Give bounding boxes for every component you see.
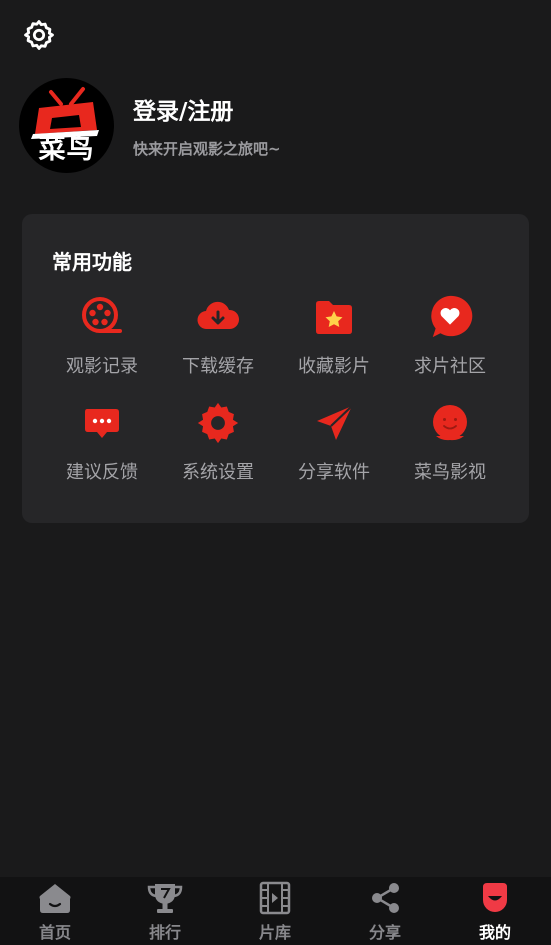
tab-label: 排行: [148, 923, 181, 942]
profile-header[interactable]: 菜鸟 登录/注册 快来开启观影之旅吧~: [19, 78, 281, 173]
cloud-download-icon: [195, 294, 241, 340]
fn-about-app[interactable]: 菜鸟影视: [392, 400, 508, 484]
fn-label: 收藏影片: [298, 356, 370, 377]
chat-bubble-icon: [79, 400, 125, 446]
fn-favorites[interactable]: 收藏影片: [276, 294, 392, 378]
fn-label: 建议反馈: [66, 462, 138, 483]
gear-icon: [195, 400, 241, 446]
tab-ranking[interactable]: 排行: [110, 877, 220, 945]
fn-label: 求片社区: [414, 356, 486, 377]
login-subtitle: 快来开启观影之旅吧~: [133, 140, 281, 158]
login-register-link[interactable]: 登录/注册: [133, 92, 281, 126]
settings-button[interactable]: [20, 16, 58, 54]
tab-label: 首页: [38, 923, 71, 942]
gear-icon: [24, 20, 54, 50]
tab-mine[interactable]: 我的: [440, 877, 550, 945]
tab-label: 片库: [258, 923, 291, 942]
fn-label: 系统设置: [182, 462, 254, 483]
send-icon: [311, 400, 357, 446]
fn-label: 观影记录: [66, 356, 138, 377]
tab-label: 我的: [478, 923, 511, 942]
fn-request-community[interactable]: 求片社区: [392, 294, 508, 378]
tab-share[interactable]: 分享: [330, 877, 440, 945]
fn-share-app[interactable]: 分享软件: [276, 400, 392, 484]
smiley-icon: [427, 400, 473, 446]
share-icon: [367, 881, 403, 915]
heart-bubble-icon: [427, 294, 473, 340]
fn-label: 菜鸟影视: [414, 462, 486, 483]
home-icon: [37, 881, 73, 915]
fn-download-cache[interactable]: 下载缓存: [160, 294, 276, 378]
profile-face-icon: [477, 881, 513, 915]
film-strip-icon: [257, 881, 293, 915]
trophy-icon: [147, 881, 183, 915]
fn-label: 分享软件: [298, 462, 370, 483]
star-folder-icon: [311, 294, 357, 340]
fn-watch-history[interactable]: 观影记录: [44, 294, 160, 378]
film-reel-icon: [79, 294, 125, 340]
tab-label: 分享: [368, 923, 401, 942]
avatar-logo-text: 菜鸟: [38, 134, 95, 165]
bottom-tab-bar: 首页 排行 片库 分享 我的: [0, 877, 551, 945]
tab-library[interactable]: 片库: [220, 877, 330, 945]
fn-label: 下载缓存: [182, 356, 254, 377]
fn-system-settings[interactable]: 系统设置: [160, 400, 276, 484]
avatar[interactable]: 菜鸟: [19, 78, 114, 173]
card-title: 常用功能: [52, 250, 132, 274]
fn-feedback[interactable]: 建议反馈: [44, 400, 160, 484]
common-functions-card: 常用功能 观影记录 下载缓存 收藏影片 求片社区 建议反馈 系统设置 分享软件 …: [22, 214, 529, 523]
tab-home[interactable]: 首页: [0, 877, 110, 945]
